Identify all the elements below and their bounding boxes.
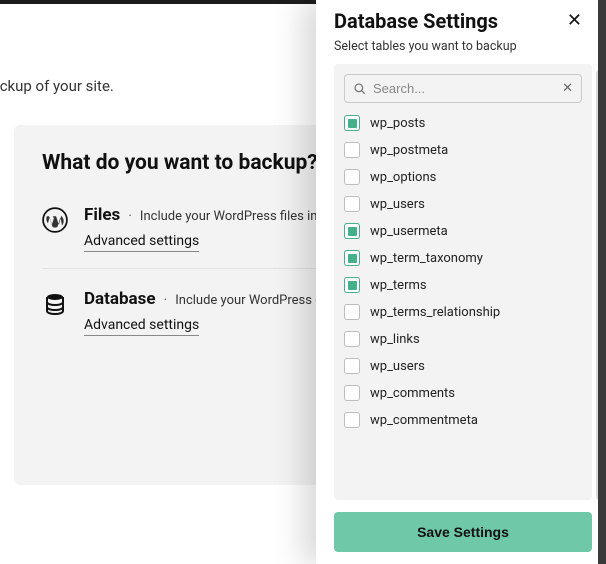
table-row[interactable]: wp_commentmeta (344, 412, 582, 428)
database-settings-panel: Database Settings ✕ Select tables you wa… (316, 0, 606, 564)
panel-footer: Save Settings (316, 500, 606, 564)
checkbox[interactable] (344, 223, 360, 239)
table-label: wp_posts (370, 116, 425, 131)
table-label: wp_links (370, 332, 420, 347)
database-icon (42, 291, 68, 317)
item-title: Files (84, 205, 120, 225)
table-label: wp_postmeta (370, 143, 448, 158)
checkbox[interactable] (344, 277, 360, 293)
wordpress-icon (42, 207, 68, 233)
separator-dot: · (128, 208, 132, 224)
table-row[interactable]: wp_users (344, 358, 582, 374)
checkbox[interactable] (344, 358, 360, 374)
checkbox[interactable] (344, 169, 360, 185)
table-row[interactable]: wp_usermeta (344, 223, 582, 239)
table-row[interactable]: wp_terms_relationship (344, 304, 582, 320)
table-label: wp_usermeta (370, 224, 448, 239)
table-row[interactable]: wp_postmeta (344, 142, 582, 158)
checkbox[interactable] (344, 304, 360, 320)
close-icon[interactable]: ✕ (561, 8, 588, 33)
table-row[interactable]: wp_comments (344, 385, 582, 401)
table-label: wp_comments (370, 386, 455, 401)
panel-subtitle: Select tables you want to backup (316, 39, 606, 64)
table-row[interactable]: wp_posts (344, 115, 582, 131)
table-row[interactable]: wp_users (344, 196, 582, 212)
checkbox[interactable] (344, 250, 360, 266)
table-label: wp_term_taxonomy (370, 251, 483, 266)
table-row[interactable]: wp_terms (344, 277, 582, 293)
checkbox[interactable] (344, 115, 360, 131)
table-label: wp_terms (370, 278, 427, 293)
checkbox[interactable] (344, 331, 360, 347)
search-input-wrap[interactable]: ✕ (344, 74, 582, 103)
table-row[interactable]: wp_term_taxonomy (344, 250, 582, 266)
table-label: wp_users (370, 359, 425, 374)
checkbox[interactable] (344, 142, 360, 158)
table-list: wp_posts wp_postmeta wp_options wp_users wp_… (344, 115, 582, 428)
table-label: wp_options (370, 170, 436, 185)
table-row[interactable]: wp_options (344, 169, 582, 185)
checkbox[interactable] (344, 196, 360, 212)
checkbox[interactable] (344, 412, 360, 428)
table-label: wp_users (370, 197, 425, 212)
advanced-settings-link[interactable]: Advanced settings (84, 233, 199, 252)
save-settings-button[interactable]: Save Settings (334, 512, 592, 552)
item-title: Database (84, 289, 156, 309)
separator-dot: · (164, 292, 168, 308)
clear-icon[interactable]: ✕ (562, 81, 573, 96)
panel-edge (598, 0, 606, 564)
checkbox[interactable] (344, 385, 360, 401)
table-label: wp_terms_relationship (370, 305, 500, 320)
panel-body: ✕ wp_postswp_postmetawp_optionswp_usersw… (334, 64, 592, 500)
panel-title: Database Settings (334, 9, 498, 33)
advanced-settings-link[interactable]: Advanced settings (84, 317, 199, 336)
search-input[interactable] (367, 81, 562, 96)
table-row[interactable]: wp_links (344, 331, 582, 347)
search-icon (353, 82, 367, 96)
table-label: wp_commentmeta (370, 413, 478, 428)
panel-header: Database Settings ✕ (316, 0, 606, 39)
